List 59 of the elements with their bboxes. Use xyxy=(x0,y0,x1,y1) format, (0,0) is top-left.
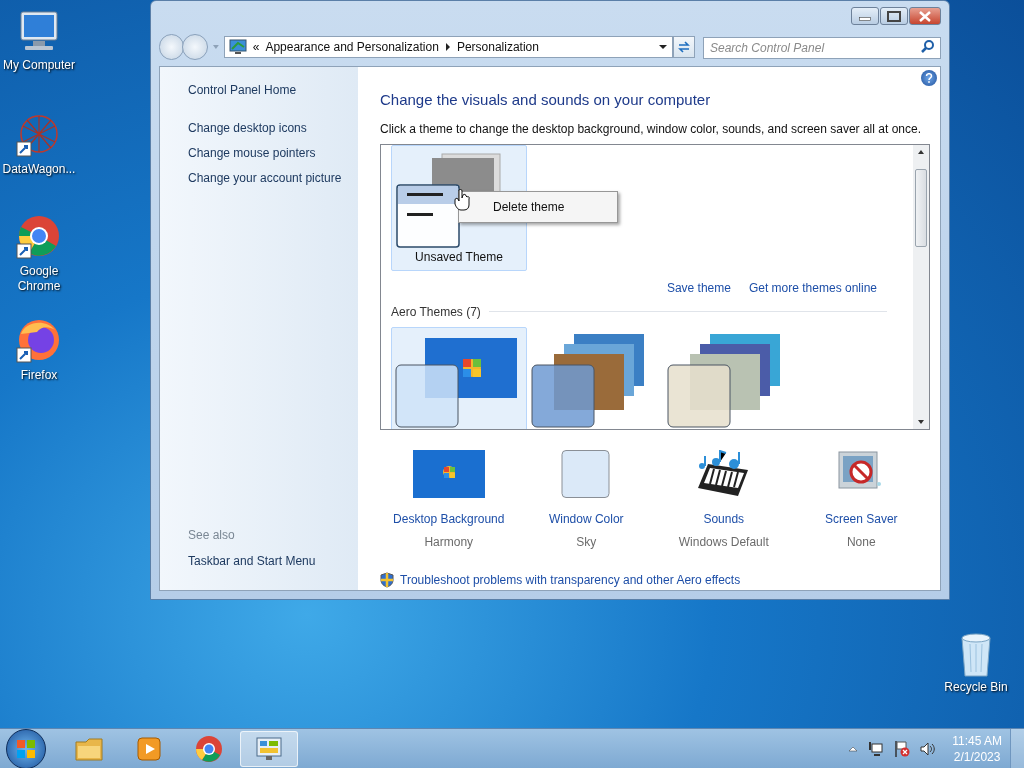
page-heading: Change the visuals and sounds on your computer xyxy=(380,90,712,110)
scrollbar[interactable] xyxy=(913,144,929,429)
volume-icon xyxy=(920,740,937,757)
show-desktop-button[interactable] xyxy=(1010,729,1024,768)
taskbar-button[interactable] xyxy=(240,730,298,767)
troubleshoot-link[interactable]: Troubleshoot problems with transparency and other Aero effects xyxy=(400,570,741,589)
breadcrumb-item[interactable]: Appearance and Personalization xyxy=(265,38,439,56)
desktop-icon-label[interactable]: My Computer xyxy=(0,58,78,73)
sidebar-link[interactable]: Change your account picture xyxy=(188,169,342,187)
setting-value: None xyxy=(846,533,876,551)
theme-link[interactable]: Save theme xyxy=(666,278,731,297)
desktop-icon-label[interactable]: DataWagon... xyxy=(0,162,78,177)
scroll-up-icon xyxy=(917,148,925,155)
setting-value: Windows Default xyxy=(678,533,769,551)
setting-link[interactable]: Desktop Background xyxy=(393,509,505,528)
dropdown-arrow-icon xyxy=(211,44,220,50)
theme-link[interactable]: Get more themes online xyxy=(748,278,877,297)
breadcrumb-overflow[interactable]: « xyxy=(252,38,260,56)
desktop-icon-label[interactable]: Firefox xyxy=(0,368,78,383)
refresh-icon xyxy=(677,40,692,54)
close-button[interactable] xyxy=(909,7,941,25)
show-hidden-icons-icon xyxy=(848,745,859,752)
sidebar-link[interactable]: Change mouse pointers xyxy=(188,144,316,162)
control-panel-icon xyxy=(228,39,247,55)
setting-value: Sky xyxy=(576,533,597,551)
shield-icon xyxy=(380,571,394,588)
desktop-icon-label[interactable]: Google Chrome xyxy=(0,264,78,294)
search-icon xyxy=(921,39,935,53)
search-field[interactable]: Search Control Panel xyxy=(703,37,941,59)
help-icon xyxy=(925,73,933,83)
windows-logo-icon xyxy=(16,738,36,759)
minimize-button[interactable] xyxy=(851,7,879,25)
setting-value: Harmony xyxy=(424,533,474,551)
sidebar-link[interactable]: Change desktop icons xyxy=(188,119,307,137)
theme-name: Unsaved Theme xyxy=(414,248,504,266)
setting-link[interactable]: Screen Saver xyxy=(824,509,898,528)
page-description: Click a theme to change the desktop background, window color, sounds, and screen saver all at once. xyxy=(380,120,922,138)
start-button[interactable] xyxy=(6,728,46,768)
setting-link[interactable]: Sounds xyxy=(703,509,745,528)
minimize-icon xyxy=(859,17,871,21)
see-also-heading: See also xyxy=(188,527,235,544)
forward-button[interactable] xyxy=(182,34,208,60)
network-icon xyxy=(868,740,885,757)
breadcrumb-arrow-icon xyxy=(444,43,451,51)
flag-error-icon xyxy=(894,739,911,758)
sidebar-link[interactable]: Taskbar and Start Menu xyxy=(188,552,316,570)
maximize-button[interactable] xyxy=(880,7,908,25)
setting-link[interactable]: Window Color xyxy=(548,509,624,528)
desktop-icon-label[interactable]: Recycle Bin xyxy=(944,678,1008,696)
group-heading: Aero Themes (7) xyxy=(391,303,481,321)
refresh-button[interactable] xyxy=(673,36,695,58)
address-bar[interactable]: « Appearance and Personalization Personalization xyxy=(223,36,674,58)
breadcrumb-item[interactable]: Personalization xyxy=(456,38,539,56)
chrome-icon xyxy=(194,733,224,764)
scrollbar-thumb[interactable] xyxy=(915,168,927,247)
help-button[interactable] xyxy=(921,70,937,86)
back-button[interactable] xyxy=(159,34,185,60)
sidebar-link[interactable]: Control Panel Home xyxy=(188,81,297,99)
scroll-down-icon xyxy=(917,418,925,425)
